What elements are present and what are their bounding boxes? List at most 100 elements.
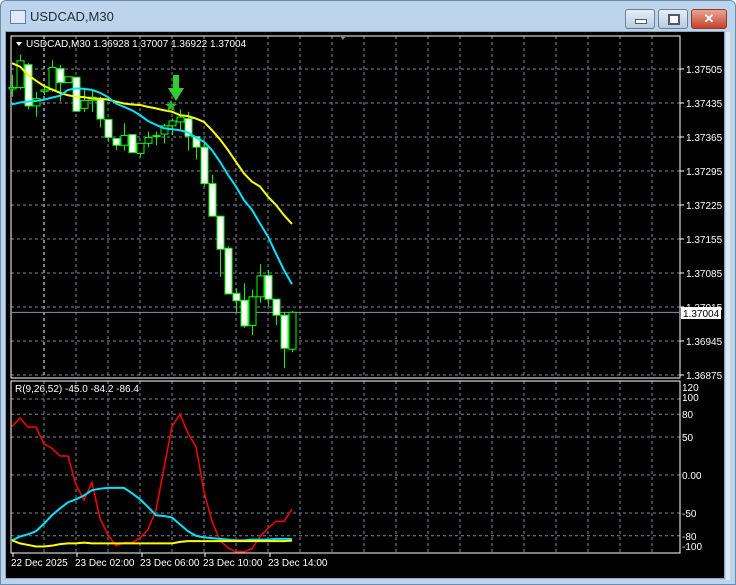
indicator-tick-label: 100 xyxy=(682,393,699,404)
candle xyxy=(136,142,145,158)
candle-body xyxy=(104,119,113,138)
chart-grid xyxy=(11,36,680,553)
candle xyxy=(48,60,57,92)
candle-body xyxy=(120,135,129,146)
indicator-tick-label: 50 xyxy=(682,433,694,444)
price-tick-label: 1.36875 xyxy=(686,371,723,382)
candle-body xyxy=(8,86,17,90)
price-tick-label: 1.37085 xyxy=(686,269,723,280)
candle-body xyxy=(40,89,49,92)
time-tick-label: 23 Dec 06:00 xyxy=(140,558,200,569)
shift-marker-icon[interactable] xyxy=(340,36,346,40)
candle xyxy=(104,119,113,142)
candle-body xyxy=(272,298,281,316)
indicator-frame xyxy=(10,380,681,554)
indicator-tick-label: -50 xyxy=(682,509,697,520)
candle xyxy=(240,283,249,328)
price-tick-label: 1.37435 xyxy=(686,99,723,110)
candle xyxy=(72,76,81,112)
price-tick-label: 1.37225 xyxy=(686,201,723,212)
candle-body xyxy=(232,292,241,302)
current-price-label: 1.37004 xyxy=(683,309,720,320)
candle-body xyxy=(136,142,145,155)
candle-body xyxy=(200,146,209,185)
candle-body xyxy=(216,215,225,250)
candle xyxy=(176,109,185,130)
candle xyxy=(16,54,25,90)
candle xyxy=(96,96,105,128)
indicator-lines xyxy=(11,412,293,553)
candle-body xyxy=(208,183,217,217)
candle-body xyxy=(176,116,185,123)
signal-markers xyxy=(164,75,184,112)
indicator-axis: 12010080500.00-50-80-100 xyxy=(682,383,702,553)
arrow-down-icon xyxy=(168,75,184,101)
candle xyxy=(200,143,209,187)
ma-fast-line xyxy=(11,87,293,285)
candle xyxy=(144,131,153,148)
time-axis: 22 Dec 2025 23 Dec 02:00 23 Dec 06:00 23 De… xyxy=(11,553,328,569)
candle xyxy=(208,174,217,217)
candle-body xyxy=(256,275,265,298)
candle-body xyxy=(64,76,73,84)
time-tick-label: 23 Dec 10:00 xyxy=(203,558,263,569)
price-tick-label: 1.37295 xyxy=(686,167,723,178)
candle-body xyxy=(280,314,289,349)
candle xyxy=(264,270,273,307)
candle xyxy=(272,298,281,325)
candle-body xyxy=(56,68,65,84)
indicator-tick-label: 0.00 xyxy=(682,471,702,482)
candle-body xyxy=(264,274,273,300)
indicator-red-line xyxy=(11,412,293,553)
price-axis: 1.37505 1.37435 1.37365 1.37295 1.37225 1.371… xyxy=(680,65,723,382)
candle xyxy=(128,134,137,154)
candle xyxy=(280,311,289,369)
candle-body xyxy=(48,67,57,91)
candle xyxy=(120,123,129,151)
candle xyxy=(80,89,89,112)
candle-body xyxy=(144,136,153,144)
candle xyxy=(152,131,161,146)
price-tick-label: 1.37155 xyxy=(686,235,723,246)
chart-header: USDCAD,M30 1.36928 1.37007 1.36922 1.370… xyxy=(26,39,247,50)
candle xyxy=(64,76,73,84)
candle xyxy=(168,118,177,136)
indicator-tick-label: 80 xyxy=(682,410,694,421)
moving-averages xyxy=(11,62,293,285)
candle-body xyxy=(248,296,257,326)
candle xyxy=(256,264,265,303)
candle xyxy=(288,310,297,353)
candle-body xyxy=(96,99,105,120)
star-icon xyxy=(164,99,178,112)
time-tick-label: 22 Dec 2025 xyxy=(11,558,68,569)
candle xyxy=(88,89,97,112)
price-tick-label: 1.37365 xyxy=(686,133,723,144)
price-tick-label: 1.36945 xyxy=(686,337,723,348)
time-tick-label: 23 Dec 02:00 xyxy=(75,558,135,569)
candle-body xyxy=(240,299,249,327)
candle xyxy=(224,246,233,295)
candle-body xyxy=(128,134,137,154)
time-tick-label: 23 Dec 14:00 xyxy=(268,558,328,569)
candle xyxy=(8,74,17,97)
candle-body xyxy=(80,100,89,109)
candle xyxy=(32,91,41,117)
candle xyxy=(232,288,241,312)
candle-body xyxy=(168,120,177,127)
candle xyxy=(248,289,257,336)
candle-body xyxy=(224,247,233,295)
price-tick-label: 1.37505 xyxy=(686,65,723,76)
price-chart[interactable]: 1.37505 1.37435 1.37365 1.37295 1.37225 1.371… xyxy=(0,0,736,585)
candle-body xyxy=(72,76,81,112)
candle-body xyxy=(112,137,121,146)
indicator-tick-label: -100 xyxy=(682,542,702,553)
candle-body xyxy=(24,64,33,107)
indicator-cyan-line xyxy=(11,486,293,542)
main-chart-frame xyxy=(10,35,681,379)
collapse-triangle-icon[interactable] xyxy=(16,42,22,46)
indicator-yellow-line xyxy=(11,539,293,548)
candle-body xyxy=(152,135,161,138)
indicator-header: R(9,26,52) -45.0 -84.2 -86.4 xyxy=(15,384,139,395)
candle xyxy=(216,215,225,277)
candle-body xyxy=(288,311,297,350)
